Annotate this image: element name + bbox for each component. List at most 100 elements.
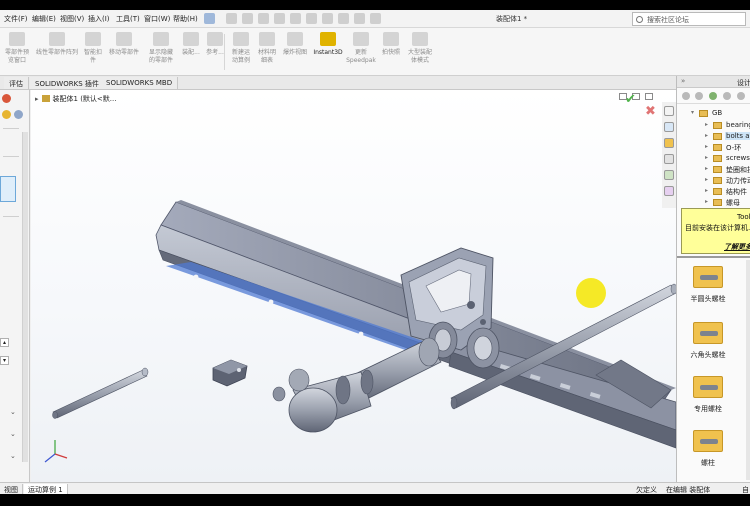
file-explorer-tab-icon[interactable] (664, 154, 674, 164)
rail-hole (358, 331, 364, 337)
menu-edit[interactable]: 编辑(E) (32, 14, 56, 24)
pushpin-icon[interactable] (14, 110, 23, 119)
fastener-item-stud[interactable]: 螺柱 (683, 430, 733, 482)
status-custom[interactable]: 自 (742, 485, 749, 494)
tree-item-gb[interactable]: ▾ GB (677, 108, 750, 119)
expand-arrow-icon[interactable]: ▸ (705, 132, 708, 139)
home-icon[interactable] (226, 13, 237, 24)
selection-list-box[interactable] (0, 176, 16, 202)
library-scrollbar[interactable] (746, 260, 750, 480)
panel-divider (3, 216, 19, 217)
exploded-view-button[interactable]: 爆炸视图 (278, 32, 312, 74)
tree-item-bolts-and-studs[interactable]: ▸ bolts and studs (677, 131, 750, 142)
tree-item-nuts[interactable]: ▸ 螺母 (677, 197, 750, 208)
menu-insert[interactable]: 插入(I) (88, 14, 110, 24)
short-pin-part[interactable] (52, 367, 149, 419)
expand-arrow-icon[interactable]: ▸ (705, 154, 708, 161)
component-preview-button[interactable]: 零部件预 览窗口 (0, 32, 34, 74)
library-toolbar (677, 88, 750, 104)
expand-arrow-icon[interactable]: ▸ (705, 198, 708, 205)
rail-hole (268, 299, 274, 305)
help-icon[interactable] (2, 110, 11, 119)
create-folder-icon[interactable] (737, 92, 745, 100)
learn-more-link[interactable]: 了解更多 (724, 242, 750, 252)
expand-arrow-icon[interactable]: ▸ (705, 143, 708, 150)
barrel-spindle-part[interactable] (272, 337, 442, 433)
tree-item-o-ring[interactable]: ▸ O-环 (677, 142, 750, 153)
select-icon[interactable] (338, 13, 349, 24)
tooltip-message: 目前安装在该计算机... (685, 224, 750, 232)
move-component-button[interactable]: 移动零部件 (104, 32, 144, 74)
property-manager-icon[interactable] (2, 94, 11, 103)
expand-arrow-icon[interactable]: ▸ (705, 121, 708, 128)
menu-help[interactable]: 帮助(H) (173, 14, 198, 24)
command-manager-ribbon: 零部件预 览窗口 线性零部件阵列 智能扣 件 移动零部件 显示隐藏 的零部件 装… (0, 28, 750, 76)
solidworks-window: 文件(F) 编辑(E) 视图(V) 插入(I) 工具(T) 窗口(W) 帮助(H… (0, 10, 750, 494)
tab-motion-study-1[interactable]: 运动算例 1 (24, 484, 68, 494)
smart-fastener-icon (85, 32, 101, 46)
instant3d-icon (320, 32, 336, 46)
instant3d-button[interactable]: Instant3D (310, 32, 346, 74)
tooltip-title: Toolbox (737, 213, 750, 221)
fastener-item-hex-head-bolt[interactable]: 六角头螺栓 (683, 322, 733, 384)
tab-solidworks-addins[interactable]: SOLIDWORKS 插件 (30, 77, 105, 89)
new-document-icon[interactable] (242, 13, 253, 24)
print-icon[interactable] (290, 13, 301, 24)
linear-pattern-button[interactable]: 线性零部件阵列 (32, 32, 82, 74)
chevron-down-icon[interactable]: ⌄ (10, 452, 16, 460)
add-to-library-icon[interactable] (709, 92, 717, 100)
small-block-part[interactable] (212, 359, 248, 387)
reference-geometry-icon (207, 32, 223, 46)
bolt-icon (693, 430, 723, 452)
forward-icon[interactable] (695, 92, 703, 100)
move-component-icon (116, 32, 132, 46)
custom-properties-tab-icon[interactable] (664, 186, 674, 196)
large-assembly-mode-button[interactable]: 大型装配 体模式 (402, 32, 438, 74)
expand-arrow-icon[interactable]: ▸ (705, 165, 708, 172)
tree-item-structural[interactable]: ▸ 结构件 (677, 186, 750, 197)
bottom-bar: 视图 运动算例 1 欠定义 在编辑 装配体 自 (0, 482, 750, 494)
pin-icon[interactable] (204, 13, 215, 24)
bolt-icon (693, 322, 723, 344)
tab-model-view[interactable]: 视图 (0, 484, 23, 494)
tree-item-power-transmission[interactable]: ▸ 动力传动 (677, 175, 750, 186)
chevron-down-icon[interactable]: ⌄ (10, 430, 16, 438)
expand-arrow-icon[interactable]: ▸ (705, 187, 708, 194)
collapse-arrow-icon[interactable]: ▾ (691, 109, 694, 116)
expand-arrow-icon[interactable]: ▸ (705, 176, 708, 183)
menu-file[interactable]: 文件(F) (4, 14, 28, 24)
tree-item-screws[interactable]: ▸ screws (677, 153, 750, 164)
design-library-tab-icon[interactable] (664, 138, 674, 148)
collapse-arrows-icon[interactable]: » (681, 77, 685, 85)
spin-field[interactable]: ▴ (0, 338, 9, 347)
update-speedpak-button[interactable]: 更新 Speedpak (344, 32, 378, 74)
home-tab-icon[interactable] (664, 106, 674, 116)
tab-evaluate[interactable]: 评估 (4, 77, 29, 89)
menu-view[interactable]: 视图(V) (60, 14, 84, 24)
pane-splitter[interactable] (677, 256, 750, 258)
property-manager-panel: ▴ ▾ ⌄ ⌄ ⌄ (0, 90, 30, 482)
save-icon[interactable] (274, 13, 285, 24)
tree-item-bearing[interactable]: ▸ bearing (677, 120, 750, 131)
fastener-item-special-bolt[interactable]: 专用螺栓 (683, 376, 733, 438)
tab-solidworks-mbd[interactable]: SOLIDWORKS MBD (101, 77, 179, 89)
graphics-viewport[interactable]: ▸ 装配体1 (默认<默... ✔ ✖ (31, 90, 676, 482)
menu-tools[interactable]: 工具(T) (116, 14, 140, 24)
resources-tab-icon[interactable] (664, 122, 674, 132)
document-title: 装配体1 * (496, 15, 528, 23)
chevron-down-icon[interactable]: ⌄ (10, 408, 16, 416)
options-gear-icon[interactable] (370, 13, 381, 24)
panel-scrollbar[interactable] (22, 132, 28, 462)
menu-window[interactable]: 窗口(W) (144, 14, 170, 24)
add-file-location-icon[interactable] (723, 92, 731, 100)
undo-icon[interactable] (306, 13, 317, 24)
appearances-tab-icon[interactable] (664, 170, 674, 180)
redo-icon[interactable] (322, 13, 333, 24)
spin-field[interactable]: ▾ (0, 356, 9, 365)
rebuild-icon[interactable] (354, 13, 365, 24)
open-folder-icon[interactable] (258, 13, 269, 24)
back-icon[interactable] (682, 92, 690, 100)
fastener-item-round-head-bolt[interactable]: 半圆头螺栓 (683, 266, 733, 328)
tree-item-washers[interactable]: ▸ 垫圈和挡圈 (677, 164, 750, 175)
search-input[interactable]: 搜索社区论坛 (632, 12, 746, 26)
